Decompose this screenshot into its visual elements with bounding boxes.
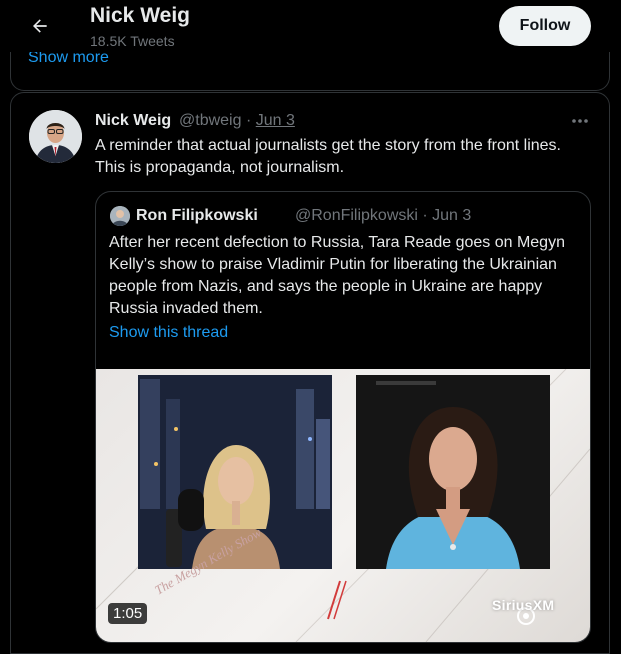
siriusxm-watermark: SiriusXM xyxy=(492,597,555,613)
author-name[interactable]: Nick Weig xyxy=(95,112,171,130)
quoted-author-handle[interactable]: @RonFilipkowski · Jun 3 xyxy=(295,207,471,225)
avatar-photo xyxy=(29,110,82,163)
show-thread-link[interactable]: Show this thread xyxy=(109,324,228,342)
back-button[interactable] xyxy=(22,8,58,44)
follow-button[interactable]: Follow xyxy=(499,6,591,46)
quoted-avatar-photo xyxy=(110,206,130,226)
author-meta: @tbweig · Jun 3 xyxy=(179,112,295,130)
author-handle[interactable]: @tbweig xyxy=(179,112,242,129)
video-player[interactable]: The Megyn Kelly Show 1:05 SiriusXM xyxy=(96,369,590,642)
quoted-tweet[interactable]: Ron Filipkowski @RonFilipkowski · Jun 3 … xyxy=(95,191,591,643)
meta-separator: · xyxy=(245,112,252,129)
tweet-date[interactable]: Jun 3 xyxy=(256,112,295,129)
quoted-author-name[interactable]: Ron Filipkowski xyxy=(136,207,258,225)
quoted-avatar[interactable] xyxy=(110,206,130,226)
profile-name: Nick Weig xyxy=(90,4,190,27)
quoted-text: After her recent defection to Russia, Ta… xyxy=(109,234,565,317)
more-options-icon xyxy=(572,119,588,123)
back-arrow-icon xyxy=(33,19,47,33)
profile-header: Nick Weig 18.5K Tweets Follow xyxy=(0,0,610,52)
video-duration-badge: 1:05 xyxy=(108,603,148,624)
tweet-count: 18.5K Tweets xyxy=(90,33,175,49)
avatar[interactable] xyxy=(29,110,82,163)
more-options-button[interactable] xyxy=(568,112,592,130)
tweet-text: A reminder that actual journalists get t… xyxy=(95,137,561,176)
